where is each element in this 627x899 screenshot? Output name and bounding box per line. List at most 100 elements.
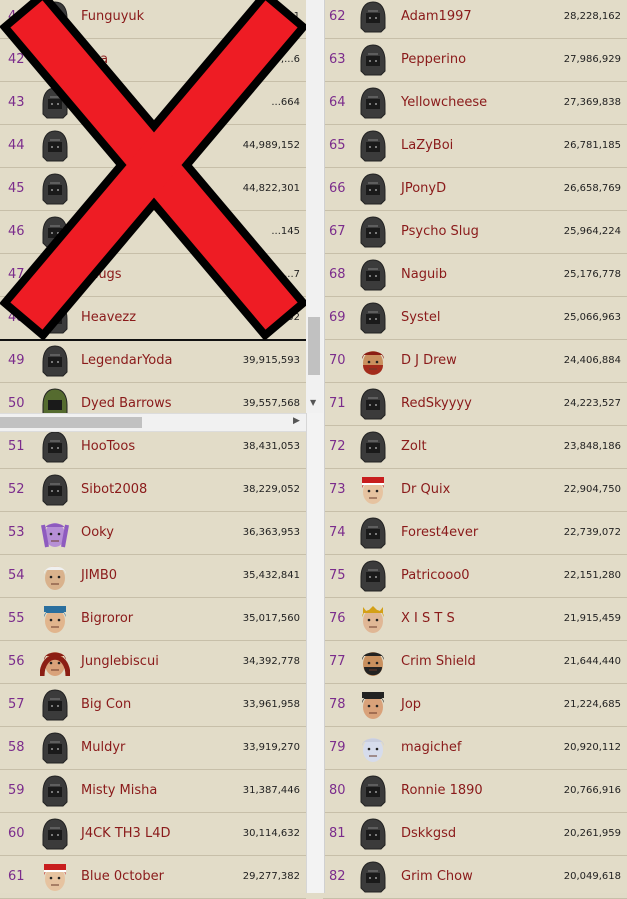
leaderboard-row[interactable]: 64 Yellowcheese 27,369,838 xyxy=(323,82,627,125)
leaderboard-row[interactable]: 41 Funguyuk 47,471,191 xyxy=(0,0,306,39)
player-name-link[interactable]: Misty Misha xyxy=(81,770,157,812)
player-score: 22,904,750 xyxy=(563,484,621,495)
player-score: 38,229,052 xyxy=(242,484,300,495)
scroll-right-arrow-icon[interactable]: ▶ xyxy=(293,416,300,426)
leaderboard-row[interactable]: 57 Big Con 33,961,958 xyxy=(0,684,306,727)
rank-number: 80 xyxy=(329,783,346,798)
rank-number: 59 xyxy=(8,783,25,798)
player-name-link[interactable]: Dr Quix xyxy=(401,469,450,511)
leaderboard-row[interactable]: 79 magichef 20,920,112 xyxy=(323,727,627,770)
player-name-link[interactable]: Yellowcheese xyxy=(401,82,487,124)
player-score: 24,223,527 xyxy=(563,398,621,409)
leaderboard-row[interactable]: 78 Jop 21,224,685 xyxy=(323,684,627,727)
player-name-link[interactable]: Systel xyxy=(401,297,440,339)
player-name-link[interactable]: Psycho Slug xyxy=(401,211,479,253)
player-name-link[interactable]: Crim Shield xyxy=(401,641,476,683)
vertical-scrollbar[interactable]: ▼ xyxy=(306,0,323,413)
leaderboard-row[interactable]: 58 Muldyr 33,919,270 xyxy=(0,727,306,770)
player-name-link[interactable]: Sibot2008 xyxy=(81,469,147,511)
player-name-link[interactable]: Jop xyxy=(401,684,421,726)
player-avatar-icon xyxy=(358,517,388,550)
player-name-link[interactable]: Ooky xyxy=(81,512,114,554)
rank-number: 49 xyxy=(8,353,25,368)
leaderboard-row[interactable]: 65 LaZyBoi 26,781,185 xyxy=(323,125,627,168)
player-name-link[interactable]: Ronnie 1890 xyxy=(401,770,483,812)
player-name-link[interactable]: LegendarYoda xyxy=(81,340,172,382)
player-name-link[interactable]: Adam1997 xyxy=(401,0,472,38)
leaderboard-row[interactable]: 77 Crim Shield 21,644,440 xyxy=(323,641,627,684)
horizontal-scrollbar[interactable]: ▶ xyxy=(0,413,306,432)
player-name-link[interactable]: Pepperino xyxy=(401,39,466,81)
player-name-link[interactable]: ...sa xyxy=(81,39,108,81)
player-name-link[interactable]: Muldyr xyxy=(81,727,125,769)
leaderboard-row[interactable]: 52 Sibot2008 38,229,052 xyxy=(0,469,306,512)
rank-number: 51 xyxy=(8,439,25,454)
leaderboard-row[interactable]: 66 JPonyD 26,658,769 xyxy=(323,168,627,211)
leaderboard-row[interactable]: 54 JIMB0 35,432,841 xyxy=(0,555,306,598)
player-name-link[interactable]: Zolt xyxy=(401,426,427,468)
leaderboard-row[interactable]: 67 Psycho Slug 25,964,224 xyxy=(323,211,627,254)
player-score: 21,644,440 xyxy=(563,656,621,667)
leaderboard-row[interactable]: 80 Ronnie 1890 20,766,916 xyxy=(323,770,627,813)
leaderboard-row[interactable]: 53 Ooky 36,363,953 xyxy=(0,512,306,555)
leaderboard-row[interactable]: 76 X I S T S 21,915,459 xyxy=(323,598,627,641)
rank-number: 68 xyxy=(329,267,346,282)
player-name-link[interactable]: Chugs xyxy=(81,254,122,296)
player-name-link[interactable]: Dskkgsd xyxy=(401,813,456,855)
leaderboard-row[interactable]: 55 Bigroror 35,017,560 xyxy=(0,598,306,641)
leaderboard-row[interactable]: 72 Zolt 23,848,186 xyxy=(323,426,627,469)
leaderboard-row[interactable]: 60 J4CK TH3 L4D 30,114,632 xyxy=(0,813,306,856)
player-name-link[interactable]: JIMB0 xyxy=(81,555,117,597)
leaderboard-row[interactable]: 43 ...664 xyxy=(0,82,306,125)
player-score: 27,986,929 xyxy=(563,54,621,65)
player-name-link[interactable]: Forest4ever xyxy=(401,512,478,554)
player-avatar-icon xyxy=(358,345,388,378)
player-name-link[interactable]: Bigroror xyxy=(81,598,133,640)
leaderboard-left-column: 41 Funguyuk 47,471,191 42 ...sa 47,...6 43 ...6… xyxy=(0,0,306,899)
hscroll-thumb[interactable] xyxy=(0,417,142,428)
player-name-link[interactable]: J4CK TH3 L4D xyxy=(81,813,170,855)
leaderboard-row[interactable]: 71 RedSkyyyy 24,223,527 xyxy=(323,383,627,426)
player-name-link[interactable]: HooToos xyxy=(81,426,135,468)
player-name-link[interactable]: X I S T S xyxy=(401,598,455,640)
leaderboard-row[interactable]: 46 ...145 xyxy=(0,211,306,254)
player-name-link[interactable]: Funguyuk xyxy=(81,0,144,38)
leaderboard-row[interactable]: 81 Dskkgsd 20,261,959 xyxy=(323,813,627,856)
leaderboard-row[interactable]: 74 Forest4ever 22,739,072 xyxy=(323,512,627,555)
leaderboard-row[interactable]: 47 Chugs ...7 xyxy=(0,254,306,297)
leaderboard-row[interactable]: 42 ...sa 47,...6 xyxy=(0,39,306,82)
player-name-link[interactable]: D J Drew xyxy=(401,340,457,382)
leaderboard-row[interactable]: 63 Pepperino 27,986,929 xyxy=(323,39,627,82)
leaderboard-row[interactable]: 49 LegendarYoda 39,915,593 xyxy=(0,340,306,383)
leaderboard-row[interactable]: 68 Naguib 25,176,778 xyxy=(323,254,627,297)
player-name-link[interactable]: LaZyBoi xyxy=(401,125,453,167)
leaderboard-row[interactable]: 62 Adam1997 28,228,162 xyxy=(323,0,627,39)
leaderboard-row[interactable]: 48 Heavezz ...592,102 xyxy=(0,297,306,340)
rank-number: 66 xyxy=(329,181,346,196)
player-name-link[interactable]: Heavezz xyxy=(81,297,136,339)
player-name-link[interactable]: Big Con xyxy=(81,684,131,726)
leaderboard-row[interactable]: 51 HooToos 38,431,053 xyxy=(0,426,306,469)
player-name-link[interactable]: Naguib xyxy=(401,254,447,296)
player-name-link[interactable]: Grim Chow xyxy=(401,856,473,898)
player-name-link[interactable]: Junglebiscui xyxy=(81,641,159,683)
player-name-link[interactable]: Blue 0ctober xyxy=(81,856,164,898)
leaderboard-row[interactable]: 70 D J Drew 24,406,884 xyxy=(323,340,627,383)
player-name-link[interactable]: JPonyD xyxy=(401,168,446,210)
player-score: 20,920,112 xyxy=(563,742,621,753)
leaderboard-row[interactable]: 44 44,989,152 xyxy=(0,125,306,168)
leaderboard-row[interactable]: 75 Patricooo0 22,151,280 xyxy=(323,555,627,598)
leaderboard-row[interactable]: 56 Junglebiscui 34,392,778 xyxy=(0,641,306,684)
scrollbar-thumb[interactable] xyxy=(308,317,320,375)
player-score: 22,739,072 xyxy=(563,527,621,538)
leaderboard-row[interactable]: 73 Dr Quix 22,904,750 xyxy=(323,469,627,512)
leaderboard-row[interactable]: 69 Systel 25,066,963 xyxy=(323,297,627,340)
player-name-link[interactable]: magichef xyxy=(401,727,461,769)
leaderboard-row[interactable]: 59 Misty Misha 31,387,446 xyxy=(0,770,306,813)
player-name-link[interactable]: RedSkyyyy xyxy=(401,383,472,425)
player-avatar-icon xyxy=(40,560,70,593)
scroll-down-arrow-icon[interactable]: ▼ xyxy=(310,398,316,407)
rank-number: 54 xyxy=(8,568,25,583)
leaderboard-row[interactable]: 45 44,822,301 xyxy=(0,168,306,211)
player-name-link[interactable]: Patricooo0 xyxy=(401,555,470,597)
